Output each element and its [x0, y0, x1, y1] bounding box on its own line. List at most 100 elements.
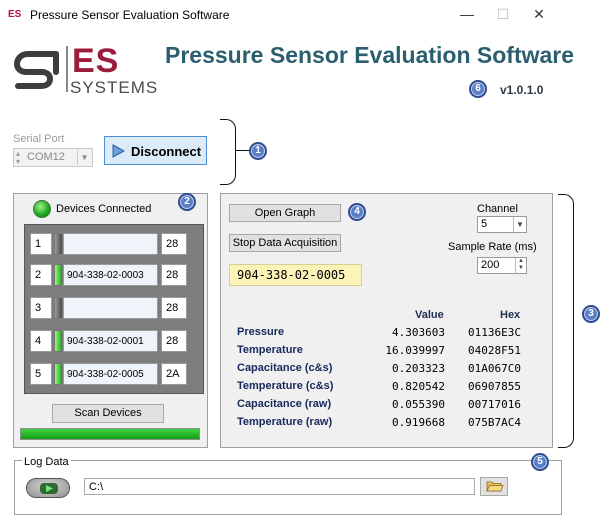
device-address: 2A: [161, 363, 187, 385]
channel-label: Channel: [477, 203, 518, 215]
chevron-down-icon: ▼: [77, 150, 91, 165]
connection-led: [33, 200, 51, 218]
measurement-value: 0.919668: [392, 416, 445, 429]
badge-4: 4: [348, 203, 366, 221]
device-indicator: [54, 264, 63, 286]
bracket-1: [220, 119, 236, 185]
measurement-label: Capacitance (c&s): [237, 362, 333, 374]
measurement-row: Temperature (raw) 0.919668 075B7AC4: [237, 416, 527, 434]
device-row[interactable]: 4 904-338-02-0001 28: [30, 330, 200, 352]
scan-devices-button[interactable]: Scan Devices: [52, 404, 164, 423]
measurement-row: Temperature 16.039997 04028F51: [237, 344, 527, 362]
measurement-label: Temperature (raw): [237, 416, 333, 428]
measurement-label: Temperature (c&s): [237, 380, 334, 392]
device-indicator: [54, 363, 63, 385]
badge-6: 6: [469, 80, 487, 98]
stop-acquisition-button[interactable]: Stop Data Acquisition: [229, 234, 341, 252]
bracket-1-line: [235, 150, 249, 151]
measurement-value: 0.203323: [392, 362, 445, 375]
com-port-select[interactable]: ▴ ▾ COM12 ▼: [13, 148, 93, 167]
chevron-down-icon: ▼: [513, 217, 526, 232]
app-title: Pressure Sensor Evaluation Software: [165, 42, 575, 68]
measurement-label: Capacitance (raw): [237, 398, 332, 410]
sample-rate-input[interactable]: 200 ▲ ▼: [477, 257, 527, 274]
disconnect-button[interactable]: Disconnect: [104, 136, 207, 165]
device-number: 1: [30, 233, 52, 255]
device-row[interactable]: 3 28: [30, 297, 200, 319]
sample-rate-label: Sample Rate (ms): [448, 241, 537, 253]
device-serial: [63, 297, 158, 319]
maximize-button[interactable]: ☐: [485, 2, 521, 26]
folder-icon: [486, 481, 504, 492]
value-column-header: Value: [415, 309, 444, 321]
measurement-label: Temperature: [237, 344, 303, 356]
badge-3: 3: [582, 305, 600, 323]
devices-title: Devices Connected: [56, 203, 152, 215]
spin-icon[interactable]: ▲ ▼: [515, 258, 526, 273]
device-number: 3: [30, 297, 52, 319]
device-list: 1 28 2 904-338-02-0003 28 3 28 4 904-338…: [24, 224, 204, 394]
channel-select[interactable]: 5 ▼: [477, 216, 527, 233]
device-indicator: [54, 330, 63, 352]
device-row[interactable]: 2 904-338-02-0003 28: [30, 264, 200, 286]
measurement-row: Pressure 4.303603 01136E3C: [237, 326, 527, 344]
measurement-value: 16.039997: [385, 344, 445, 357]
disconnect-label: Disconnect: [131, 144, 202, 159]
log-path-input[interactable]: C:\: [84, 478, 475, 495]
bracket-3: [558, 194, 574, 448]
device-row[interactable]: 1 28: [30, 233, 200, 255]
browse-folder-button[interactable]: [480, 477, 508, 496]
device-address: 28: [161, 264, 187, 286]
measurement-hex: 06907855: [468, 380, 521, 393]
log-toggle-button[interactable]: [26, 478, 70, 498]
device-indicator: [54, 297, 63, 319]
measurement-value: 0.820542: [392, 380, 445, 393]
device-serial: 904-338-02-0001: [63, 330, 158, 352]
device-number: 5: [30, 363, 52, 385]
device-address: 28: [161, 233, 187, 255]
selected-serial-display: 904-338-02-0005: [229, 264, 362, 286]
open-graph-button[interactable]: Open Graph: [229, 204, 341, 222]
measurement-hex: 04028F51: [468, 344, 521, 357]
device-serial: 904-338-02-0005: [63, 363, 158, 385]
device-serial: 904-338-02-0003: [63, 264, 158, 286]
badge-5: 5: [531, 453, 549, 471]
device-serial: [63, 233, 158, 255]
scan-progress-fill: [21, 429, 199, 439]
device-address: 28: [161, 330, 187, 352]
sample-rate-value: 200: [481, 259, 500, 271]
logo-divider: [66, 46, 68, 92]
measurement-row: Capacitance (c&s) 0.203323 01A067C0: [237, 362, 527, 380]
logo-systems-text: SYSTEMS: [70, 78, 159, 97]
measurement-value: 4.303603: [392, 326, 445, 339]
logo-es-text: ES: [72, 42, 120, 80]
measurement-hex: 00717016: [468, 398, 521, 411]
measurement-hex: 01136E3C: [468, 326, 521, 339]
spin-icon: ▴ ▾: [16, 149, 21, 166]
measurement-label: Pressure: [237, 326, 285, 338]
measurement-hex: 075B7AC4: [468, 416, 521, 429]
measurement-hex: 01A067C0: [468, 362, 521, 375]
badge-1: 1: [249, 142, 267, 160]
es-logo-icon: [13, 51, 59, 89]
title-bar: ES Pressure Sensor Evaluation Software —…: [0, 0, 603, 30]
window-title: Pressure Sensor Evaluation Software: [30, 8, 230, 22]
serial-port-label: Serial Port: [13, 133, 65, 145]
play-icon: [112, 144, 125, 158]
device-number: 4: [30, 330, 52, 352]
device-address: 28: [161, 297, 187, 319]
device-row[interactable]: 5 904-338-02-0005 2A: [30, 363, 200, 385]
hex-column-header: Hex: [500, 309, 521, 321]
close-button[interactable]: ✕: [521, 2, 557, 26]
device-indicator: [54, 233, 63, 255]
log-title: Log Data: [22, 456, 71, 468]
minimize-button[interactable]: —: [449, 2, 485, 26]
play-icon: [40, 483, 58, 494]
measurement-value: 0.055390: [392, 398, 445, 411]
version-label: v1.0.1.0: [500, 83, 544, 97]
measurement-row: Temperature (c&s) 0.820542 06907855: [237, 380, 527, 398]
badge-2: 2: [178, 193, 196, 211]
com-port-value: COM12: [27, 151, 65, 163]
scan-progress-bar: [20, 428, 200, 440]
device-number: 2: [30, 264, 52, 286]
